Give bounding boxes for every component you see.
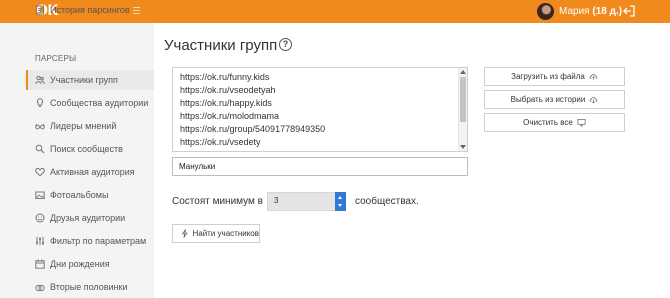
sidebar-item-history[interactable]: История парсингов: [26, 0, 154, 20]
history-icon: [36, 5, 44, 15]
sidebar-item-opinion-leaders[interactable]: Лидеры мнений: [26, 116, 154, 136]
url-list-scrollbar[interactable]: [458, 68, 467, 151]
load-from-file-button[interactable]: Загрузить из файла: [484, 67, 625, 86]
sidebar-item-label: Фотоальбомы: [50, 190, 109, 200]
choose-from-history-button[interactable]: Выбрать из истории: [484, 90, 625, 109]
user-days: (18 д.): [592, 6, 623, 17]
scroll-thumb[interactable]: [460, 77, 466, 122]
sidebar-item-label: Участники групп: [50, 75, 118, 85]
monitor-icon: [577, 118, 586, 127]
search-icon: [35, 144, 45, 154]
people-icon: [35, 75, 45, 85]
find-members-button[interactable]: Найти участников: [172, 224, 260, 243]
sidebar-section-title: ПАРСЕРЫ: [35, 54, 77, 63]
help-icon[interactable]: ?: [279, 38, 292, 51]
sidebar-item-label: Поиск сообществ: [50, 144, 123, 154]
min-communities-stepper[interactable]: 3: [267, 192, 346, 211]
button-label: Найти участников: [192, 229, 259, 238]
cloud-download-icon: [590, 97, 598, 104]
photo-icon: [35, 191, 45, 199]
button-label: Загрузить из файла: [511, 72, 585, 81]
cloud-upload-icon: [589, 74, 598, 80]
sidebar-item-birthdays[interactable]: Дни рождения: [26, 254, 154, 274]
user-name-text: Мария: [559, 6, 590, 17]
scroll-down-arrow-icon[interactable]: [460, 145, 466, 149]
button-label: Очистить все: [523, 118, 573, 127]
decrement-arrow-icon[interactable]: [338, 204, 342, 207]
url-line: https://ok.ru/happy.kids: [180, 98, 272, 108]
rings-icon: [35, 284, 45, 292]
page-title: Участники групп: [164, 37, 278, 54]
sidebar-item-audience-friends[interactable]: Друзья аудитории: [26, 208, 154, 228]
url-line: https://ok.ru/vseodetyah: [180, 85, 276, 95]
logout-icon[interactable]: [622, 4, 636, 18]
sidebar-item-filter[interactable]: Фильтр по параметрам: [26, 231, 154, 251]
stepper-value: 3: [274, 196, 279, 205]
sidebar-item-group-members[interactable]: Участники групп: [26, 70, 154, 90]
url-line: https://ok.ru/vsedety: [180, 137, 261, 147]
sidebar-item-photo-albums[interactable]: Фотоальбомы: [26, 185, 154, 205]
lightning-icon: [181, 229, 188, 238]
sidebar-item-audience-communities[interactable]: Сообщества аудитории: [26, 93, 154, 113]
sidebar-item-label: Вторые половинки: [50, 282, 128, 292]
sidebar-item-label: Активная аудитория: [50, 167, 135, 177]
url-line: https://ok.ru/molodmama: [180, 111, 280, 121]
min-communities-suffix: сообществах.: [355, 196, 419, 207]
url-line: https://ok.ru/funny.kids: [180, 72, 270, 82]
keyword-input[interactable]: Манульки: [172, 157, 468, 176]
bulb-icon: [36, 98, 44, 107]
sidebar-item-label: Друзья аудитории: [50, 213, 126, 223]
sidebar-item-label: Фильтр по параметрам: [50, 236, 147, 246]
sidebar-history-spacer: [26, 23, 154, 43]
sidebar-item-label: Лидеры мнений: [50, 121, 117, 131]
sidebar-item-label: История парсингов: [50, 5, 130, 15]
url-list: https://ok.ru/funny.kids https://ok.ru/v…: [180, 71, 325, 149]
heart-icon: [35, 167, 45, 177]
url-list-textarea[interactable]: https://ok.ru/funny.kids https://ok.ru/v…: [172, 67, 468, 152]
increment-arrow-icon[interactable]: [338, 196, 342, 199]
sidebar-item-partners[interactable]: Вторые половинки: [26, 277, 154, 297]
url-line: https://ok.ru/group/54091778949350: [180, 124, 326, 134]
sidebar-item-community-search[interactable]: Поиск сообществ: [26, 139, 154, 159]
calendar-icon: [35, 259, 45, 269]
stepper-spin-buttons[interactable]: [335, 192, 346, 211]
sidebar-item-label: Дни рождения: [50, 259, 110, 269]
smile-icon: [35, 213, 45, 223]
min-communities-label: Состоят минимум в: [172, 196, 263, 207]
filter-icon: [36, 237, 44, 245]
sidebar-item-label: Сообщества аудитории: [50, 98, 149, 108]
scroll-up-arrow-icon[interactable]: [460, 70, 466, 74]
user-name[interactable]: Мария (18 д.): [559, 6, 622, 18]
sidebar-item-active-audience[interactable]: Активная аудитория: [26, 162, 154, 182]
avatar[interactable]: [537, 3, 554, 20]
clear-all-button[interactable]: Очистить все: [484, 113, 625, 132]
button-label: Выбрать из истории: [510, 95, 586, 104]
glasses-icon: [35, 123, 45, 130]
